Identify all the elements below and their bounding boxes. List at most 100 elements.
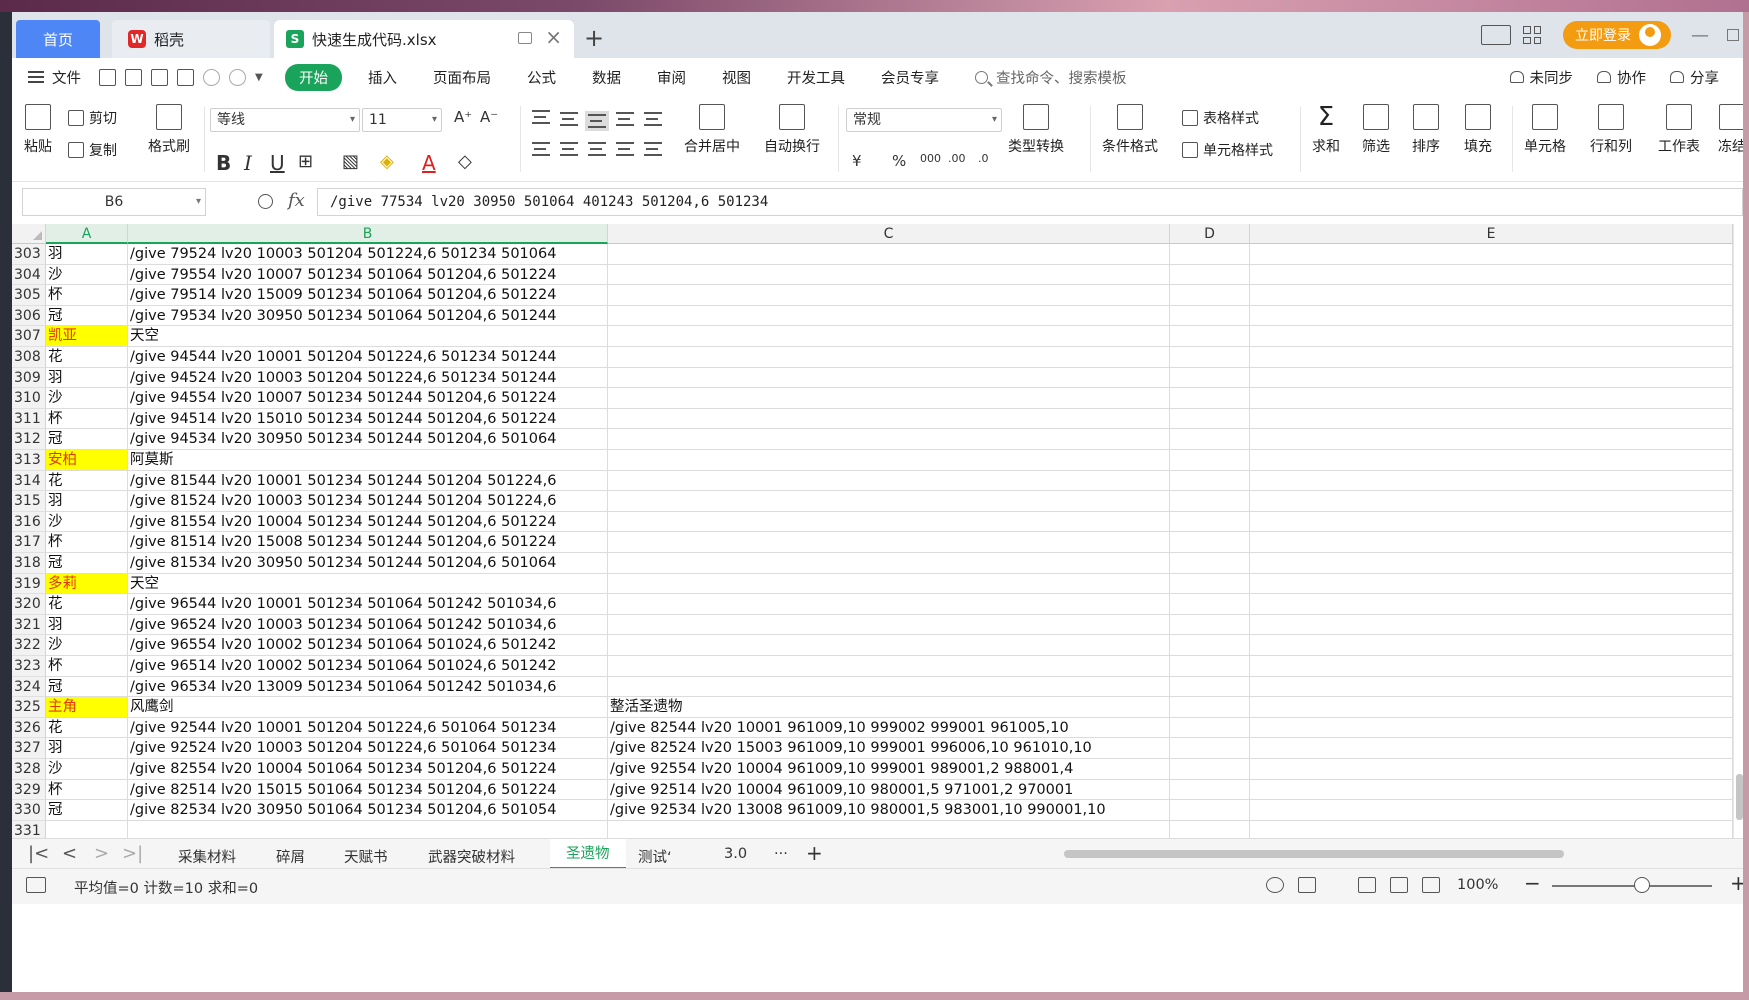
font-color-icon[interactable]: A — [422, 151, 436, 175]
insert-function-icon[interactable]: fx — [288, 190, 305, 211]
cell-c[interactable] — [608, 429, 1170, 450]
save-icon[interactable] — [99, 68, 116, 86]
cell-d[interactable] — [1170, 388, 1250, 409]
cell-e[interactable] — [1250, 553, 1733, 574]
row-header[interactable]: 320 — [12, 594, 46, 615]
cell-a[interactable]: 杯 — [46, 532, 128, 553]
cell-b[interactable]: 天空 — [128, 326, 608, 347]
align-left-icon[interactable] — [532, 142, 550, 156]
cell-e[interactable] — [1250, 305, 1733, 327]
cell-c[interactable] — [608, 491, 1170, 512]
cell-b[interactable]: /give 94554 lv20 10007 501234 501244 501… — [128, 388, 608, 409]
row-header[interactable]: 321 — [12, 614, 46, 636]
cell-b[interactable]: /give 96544 lv20 10001 501234 501064 501… — [128, 594, 608, 615]
cell-c[interactable] — [608, 450, 1170, 471]
cell-b[interactable]: /give 82534 lv20 30950 501064 501234 501… — [128, 800, 608, 821]
row-header[interactable]: 317 — [12, 532, 46, 553]
cell-d[interactable] — [1170, 532, 1250, 553]
tab-home[interactable]: 首页 — [16, 20, 100, 58]
print-preview-icon[interactable] — [177, 68, 194, 86]
increase-indent-icon[interactable] — [644, 112, 662, 126]
increase-font-icon[interactable]: A⁺ — [454, 108, 472, 126]
sheet-tab-collect[interactable]: 采集材料 — [178, 846, 236, 867]
cell-b[interactable]: /give 94544 lv20 10001 501204 501224,6 5… — [128, 347, 608, 368]
vertical-scrollbar[interactable] — [1733, 224, 1743, 838]
screen-icon[interactable] — [518, 32, 532, 44]
cell-b[interactable]: /give 94514 lv20 15010 501234 501244 501… — [128, 408, 608, 430]
cell-e[interactable] — [1250, 656, 1733, 677]
print-icon[interactable] — [151, 68, 168, 86]
type-convert-button[interactable]: 类型转换 — [1008, 104, 1064, 156]
underline-icon[interactable]: U — [270, 151, 285, 175]
page-break-view-icon[interactable] — [1422, 877, 1440, 893]
row-header[interactable]: 318 — [12, 553, 46, 574]
share-button[interactable]: 分享 — [1670, 67, 1719, 88]
formula-input[interactable]: /give 77534 lv20 30950 501064 401243 501… — [317, 188, 1743, 216]
cell-b[interactable]: /give 96554 lv20 10002 501234 501064 501… — [128, 635, 608, 656]
cell-b[interactable]: /give 79524 lv20 10003 501204 501224,6 5… — [128, 244, 608, 265]
cell-c[interactable] — [608, 614, 1170, 636]
row-header[interactable]: 311 — [12, 408, 46, 430]
cut-button[interactable]: 剪切 — [68, 108, 117, 128]
cell-a[interactable]: 杯 — [46, 656, 128, 677]
cell-c[interactable] — [608, 820, 1170, 838]
cell-b[interactable]: 阿莫斯 — [128, 450, 608, 471]
cell-e[interactable] — [1250, 759, 1733, 780]
sync-button[interactable]: 未同步 — [1509, 67, 1573, 88]
zoom-in-icon[interactable]: + — [1730, 871, 1743, 895]
cell-a[interactable]: 杯 — [46, 779, 128, 801]
column-header-c[interactable]: C — [608, 224, 1170, 244]
zoom-slider[interactable] — [1552, 885, 1712, 887]
cell-a[interactable]: 凯亚 — [46, 326, 128, 347]
tab-formulas[interactable]: 公式 — [527, 67, 556, 88]
cell-c[interactable] — [608, 244, 1170, 265]
row-header[interactable]: 315 — [12, 491, 46, 512]
cell-b[interactable]: /give 81524 lv20 10003 501234 501244 501… — [128, 491, 608, 512]
zoom-out-icon[interactable]: − — [1524, 871, 1541, 895]
cell-c[interactable]: 整活圣遗物 — [608, 697, 1170, 718]
cell-a[interactable]: 沙 — [46, 635, 128, 656]
cell-a[interactable]: 花 — [46, 594, 128, 615]
cell-e[interactable] — [1250, 285, 1733, 306]
bold-icon[interactable]: B — [216, 151, 231, 175]
file-menu[interactable]: 文件 — [28, 67, 81, 88]
cell-e[interactable] — [1250, 738, 1733, 759]
font-family-select[interactable]: 等线 — [210, 108, 360, 132]
cell-a[interactable]: 羽 — [46, 367, 128, 389]
cell-d[interactable] — [1170, 594, 1250, 615]
cell-e[interactable] — [1250, 450, 1733, 471]
new-tab-icon[interactable]: + — [584, 26, 604, 50]
cell-b[interactable]: 天空 — [128, 573, 608, 595]
cell-c[interactable]: /give 82544 lv20 10001 961009,10 999002 … — [608, 717, 1170, 739]
align-top-icon[interactable] — [532, 110, 550, 124]
cell-c[interactable] — [608, 326, 1170, 347]
cell-a[interactable]: 花 — [46, 347, 128, 368]
cell-d[interactable] — [1170, 470, 1250, 492]
cell-b[interactable]: /give 79554 lv20 10007 501234 501064 501… — [128, 264, 608, 286]
paste-button[interactable]: 粘贴 — [24, 104, 52, 156]
cell-d[interactable] — [1170, 676, 1250, 698]
tab-daoke[interactable]: W 稻壳 — [112, 20, 270, 58]
sheet-tab-talent-books[interactable]: 天赋书 — [344, 846, 388, 867]
row-header[interactable]: 316 — [12, 511, 46, 533]
last-sheet-icon[interactable]: >| — [122, 843, 143, 864]
cell-c[interactable] — [608, 553, 1170, 574]
cell-d[interactable] — [1170, 820, 1250, 838]
row-header[interactable]: 323 — [12, 656, 46, 677]
cell-d[interactable] — [1170, 635, 1250, 656]
zoom-level[interactable]: 100% — [1457, 877, 1498, 893]
conditional-format-button[interactable]: 条件格式 — [1102, 104, 1158, 156]
align-right-icon[interactable] — [588, 142, 606, 156]
sheet-tab-artifacts[interactable]: 圣遗物 — [550, 839, 626, 869]
minimize-icon[interactable]: — — [1691, 25, 1709, 46]
cell-d[interactable] — [1170, 800, 1250, 821]
distributed-icon[interactable] — [644, 142, 662, 156]
cell-e[interactable] — [1250, 470, 1733, 492]
rowcol-button[interactable]: 行和列 — [1590, 104, 1632, 156]
cell-d[interactable] — [1170, 738, 1250, 759]
sheet-tab-fragments[interactable]: 碎屑 — [276, 846, 305, 867]
cell-a[interactable]: 花 — [46, 717, 128, 739]
cell-d[interactable] — [1170, 573, 1250, 595]
tab-page-layout[interactable]: 页面布局 — [433, 67, 491, 88]
cell-e[interactable] — [1250, 779, 1733, 801]
